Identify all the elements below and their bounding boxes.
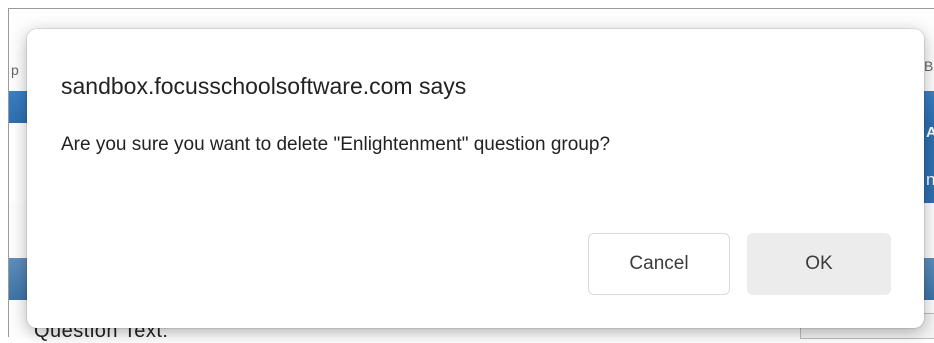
background-right-letter-2: n — [926, 170, 934, 189]
cancel-button[interactable]: Cancel — [588, 233, 730, 295]
confirm-dialog: sandbox.focusschoolsoftware.com says Are… — [27, 29, 924, 328]
dialog-title: sandbox.focusschoolsoftware.com says — [61, 73, 467, 99]
ok-button[interactable]: OK — [747, 233, 891, 295]
background-right-text: B — [924, 58, 934, 74]
background-right-letter: A — [926, 124, 934, 141]
background-left-text: p — [11, 62, 19, 78]
dialog-message: Are you sure you want to delete "Enlight… — [61, 134, 611, 155]
